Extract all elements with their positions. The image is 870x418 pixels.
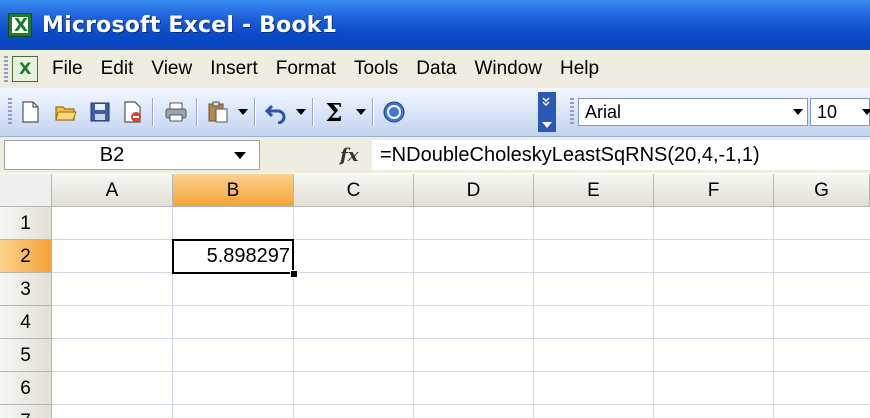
row-header-3[interactable]: 3 — [0, 273, 52, 306]
fill-handle[interactable] — [290, 270, 298, 278]
select-all-corner[interactable] — [0, 174, 52, 207]
open-folder-icon[interactable] — [52, 98, 80, 126]
worksheet-grid[interactable]: A B C D E F G 1 2 3 4 5 6 7 5.898297 — [0, 174, 870, 418]
workbook-icon[interactable] — [12, 56, 38, 82]
toolbar-grip-handle[interactable] — [8, 98, 12, 124]
menu-help[interactable]: Help — [560, 58, 599, 80]
autosum-symbol: Σ — [325, 97, 343, 127]
toolbar-separator — [254, 98, 255, 126]
new-document-icon[interactable] — [16, 98, 44, 126]
autosum-dropdown-arrow[interactable] — [356, 109, 366, 115]
excel-app-icon[interactable]: X — [8, 13, 32, 37]
column-header-g[interactable]: G — [774, 174, 870, 207]
menu-bar: File Edit View Insert Format Tools Data … — [0, 50, 870, 88]
formatting-toolbar-grip-handle[interactable] — [570, 98, 574, 124]
font-size-combobox[interactable]: 10 — [810, 98, 870, 126]
name-box[interactable]: B2 — [4, 140, 260, 170]
formula-input[interactable]: =NDoubleCholeskyLeastSqRNS(20,4,-1,1) — [372, 140, 870, 170]
window-title: Microsoft Excel - Book1 — [42, 12, 338, 38]
font-name-dropdown-arrow[interactable] — [793, 109, 803, 115]
toolbar-separator — [196, 98, 197, 126]
column-header-c[interactable]: C — [294, 174, 414, 207]
gridline — [52, 305, 870, 306]
permission-icon[interactable] — [118, 98, 146, 126]
column-header-a[interactable]: A — [52, 174, 173, 207]
name-box-dropdown-arrow[interactable] — [234, 152, 246, 159]
help-icon[interactable] — [380, 98, 408, 126]
menu-data[interactable]: Data — [416, 58, 456, 80]
menu-edit[interactable]: Edit — [101, 58, 134, 80]
paste-dropdown-arrow[interactable] — [238, 109, 248, 115]
formula-bar: B2 fx =NDoubleCholeskyLeastSqRNS(20,4,-1… — [0, 137, 870, 173]
undo-icon[interactable] — [262, 98, 290, 126]
paste-icon[interactable] — [204, 98, 232, 126]
gridline — [52, 404, 870, 405]
toolbar-separator — [372, 98, 373, 126]
row-header-1[interactable]: 1 — [0, 207, 52, 240]
undo-dropdown-arrow[interactable] — [296, 109, 306, 115]
toolbar-options-chevron-icon[interactable] — [538, 92, 556, 132]
font-size-dropdown-arrow[interactable] — [862, 109, 870, 115]
font-name-combobox[interactable]: Arial — [578, 98, 808, 126]
column-header-e[interactable]: E — [534, 174, 654, 207]
save-icon[interactable] — [86, 98, 114, 126]
toolbar-separator — [312, 98, 313, 126]
row-header-4[interactable]: 4 — [0, 306, 52, 339]
menu-file[interactable]: File — [52, 58, 83, 80]
title-bar: X Microsoft Excel - Book1 — [0, 0, 870, 50]
menu-view[interactable]: View — [151, 58, 192, 80]
autosum-icon[interactable]: Σ — [320, 97, 348, 127]
column-header-f[interactable]: F — [654, 174, 774, 207]
menu-window[interactable]: Window — [474, 58, 542, 80]
toolbar-separator — [152, 98, 153, 126]
gridline — [52, 338, 870, 339]
menu-grip-handle[interactable] — [4, 56, 8, 82]
active-cell-b2[interactable]: 5.898297 — [172, 239, 294, 274]
print-icon[interactable] — [162, 98, 190, 126]
menu-insert[interactable]: Insert — [210, 58, 258, 80]
gridline — [52, 371, 870, 372]
row-header-7[interactable]: 7 — [0, 405, 52, 418]
insert-function-icon[interactable]: fx — [340, 145, 358, 166]
column-header-b[interactable]: B — [173, 174, 294, 207]
row-header-2[interactable]: 2 — [0, 240, 52, 273]
row-header-5[interactable]: 5 — [0, 339, 52, 372]
menu-format[interactable]: Format — [276, 58, 336, 80]
menu-tools[interactable]: Tools — [354, 58, 398, 80]
row-header-6[interactable]: 6 — [0, 372, 52, 405]
column-header-d[interactable]: D — [414, 174, 534, 207]
